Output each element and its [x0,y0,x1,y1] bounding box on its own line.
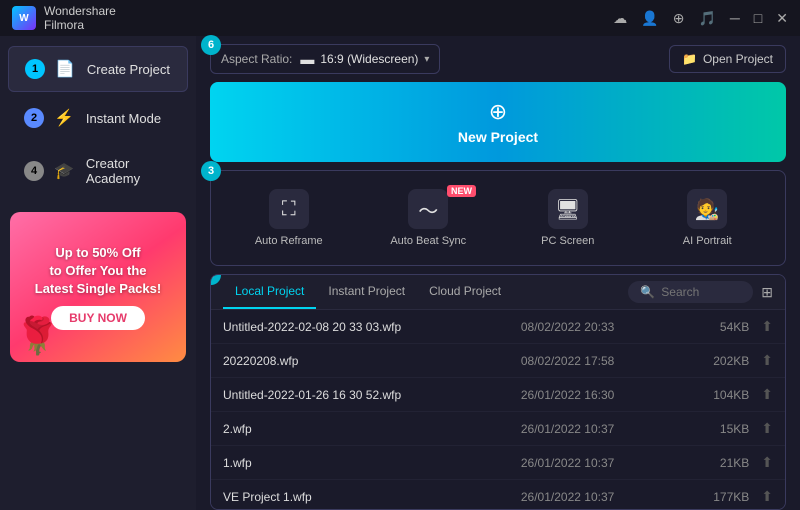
create-project-icon: 📄 [55,59,75,79]
sidebar-item-create-project[interactable]: 1 📄 Create Project [8,46,188,92]
tab-cloud-project[interactable]: Cloud Project [417,275,513,309]
projects-tabs: Local Project Instant Project Cloud Proj… [211,275,785,310]
step-badge-3: 3 [201,161,221,181]
aspect-ratio-value: ▬ 16:9 (Widescreen) ▾ [300,51,429,67]
sidebar-item-creator-academy[interactable]: 4 🎓 Creator Academy [8,144,188,198]
maximize-icon[interactable]: □ [754,10,762,26]
folder-icon: 📁 [682,52,697,66]
ai-portrait-icon: 🧑‍🎨 [687,189,727,229]
pc-screen-label: PC Screen [541,235,594,247]
table-row[interactable]: 2.wfp 26/01/2022 10:37 15KB ⬆ [211,412,785,446]
file-size: 15KB [662,422,750,436]
table-row[interactable]: Untitled-2022-01-26 16 30 52.wfp 26/01/2… [211,378,785,412]
audio-icon[interactable]: 🎵 [698,10,715,27]
creator-academy-label: Creator Academy [86,156,172,186]
sidebar-item-instant-mode[interactable]: 2 ⚡ Instant Mode [8,96,188,140]
file-list: Untitled-2022-02-08 20 33 03.wfp 08/02/2… [211,310,785,510]
step-number-1: 1 [25,59,45,79]
aspect-ratio-section[interactable]: 6 Aspect Ratio: ▬ 16:9 (Widescreen) ▾ [210,44,440,74]
new-project-content: ⊕ New Project [458,99,538,145]
topbar: 6 Aspect Ratio: ▬ 16:9 (Widescreen) ▾ 📁 … [196,36,800,82]
upload-icon[interactable]: ⬆ [761,454,773,471]
file-date: 26/01/2022 10:37 [474,456,662,470]
instant-mode-icon: ⚡ [54,108,74,128]
file-name: VE Project 1.wfp [223,490,474,504]
add-icon[interactable]: ⊕ [673,10,685,27]
new-project-label: New Project [458,129,538,145]
chevron-down-icon: ▾ [424,54,429,65]
file-size: 104KB [662,388,750,402]
user-icon[interactable]: 👤 [641,10,658,27]
pc-screen-icon: 🖥 [548,189,588,229]
file-size: 202KB [662,354,750,368]
tab-instant-project[interactable]: Instant Project [316,275,417,309]
creator-academy-icon: 🎓 [54,161,74,181]
table-row[interactable]: 1.wfp 26/01/2022 10:37 21KB ⬆ [211,446,785,480]
auto-reframe-label: Auto Reframe [255,235,323,247]
open-project-button[interactable]: 📁 Open Project [669,45,786,73]
auto-beat-sync-label: Auto Beat Sync [390,235,466,247]
tab-local-project[interactable]: Local Project [223,275,316,309]
tool-auto-reframe[interactable]: ⛶ Auto Reframe [219,183,359,253]
file-size: 177KB [662,490,750,504]
file-name: Untitled-2022-01-26 16 30 52.wfp [223,388,474,402]
step-number-2: 2 [24,108,44,128]
file-date: 26/01/2022 10:37 [474,422,662,436]
table-row[interactable]: VE Project 1.wfp 26/01/2022 10:37 177KB … [211,480,785,510]
upload-icon[interactable]: ⬆ [761,386,773,403]
search-box[interactable]: 🔍 [628,281,753,303]
app-branding: W Wondershare Filmora [12,4,116,33]
upload-icon[interactable]: ⬆ [761,318,773,335]
upload-icon[interactable]: ⬆ [761,352,773,369]
file-size: 54KB [662,320,750,334]
step-number-4: 4 [24,161,44,181]
auto-beat-sync-icon: 〜 [408,189,448,229]
file-date: 26/01/2022 16:30 [474,388,662,402]
file-name: 2.wfp [223,422,474,436]
content-area: 6 Aspect Ratio: ▬ 16:9 (Widescreen) ▾ 📁 … [196,36,800,510]
file-date: 08/02/2022 20:33 [474,320,662,334]
file-name: 20220208.wfp [223,354,474,368]
main-layout: 1 📄 Create Project 2 ⚡ Instant Mode 4 🎓 … [0,36,800,510]
tool-auto-beat-sync[interactable]: NEW 〜 Auto Beat Sync [359,183,499,253]
app-logo: W [12,6,36,30]
upload-icon[interactable]: ⬆ [761,488,773,505]
tool-pc-screen[interactable]: 🖥 PC Screen [498,183,638,253]
file-date: 08/02/2022 17:58 [474,354,662,368]
table-row[interactable]: Untitled-2022-02-08 20 33 03.wfp 08/02/2… [211,310,785,344]
ad-text: Up to 50% Offto Offer You theLatest Sing… [35,244,161,299]
create-project-label: Create Project [87,62,170,77]
grid-view-icon[interactable]: ⊞ [761,284,773,301]
instant-mode-label: Instant Mode [86,111,161,126]
file-size: 21KB [662,456,750,470]
aspect-ratio-label: Aspect Ratio: [221,52,292,66]
projects-section: 5 Local Project Instant Project Cloud Pr… [210,274,786,510]
upload-icon[interactable]: ⬆ [761,420,773,437]
new-project-plus-icon: ⊕ [489,99,507,125]
ad-buy-button[interactable]: BUY NOW [51,306,145,330]
new-project-banner[interactable]: ⊕ New Project [210,82,786,162]
minimize-icon[interactable]: ─ [730,10,740,26]
sidebar: 1 📄 Create Project 2 ⚡ Instant Mode 4 🎓 … [0,36,196,510]
search-icon: 🔍 [640,285,655,299]
ad-banner[interactable]: 🌹 Up to 50% Offto Offer You theLatest Si… [10,212,186,362]
new-badge: NEW [447,185,476,197]
auto-reframe-icon: ⛶ [269,189,309,229]
tool-ai-portrait[interactable]: 🧑‍🎨 AI Portrait [638,183,778,253]
widescreen-icon: ▬ [300,51,314,67]
titlebar-controls: ☁ 👤 ⊕ 🎵 ─ □ ✕ [613,10,788,27]
ai-portrait-label: AI Portrait [683,235,732,247]
table-row[interactable]: 20220208.wfp 08/02/2022 17:58 202KB ⬆ [211,344,785,378]
app-title: Wondershare Filmora [44,4,116,33]
ad-decoration: 🌹 [15,315,60,357]
search-input[interactable] [661,285,741,299]
file-name: Untitled-2022-02-08 20 33 03.wfp [223,320,474,334]
file-date: 26/01/2022 10:37 [474,490,662,504]
quick-tools: 3 ⛶ Auto Reframe NEW 〜 Auto Beat Sync 🖥 … [210,170,786,266]
file-name: 1.wfp [223,456,474,470]
close-icon[interactable]: ✕ [776,10,788,27]
titlebar: W Wondershare Filmora ☁ 👤 ⊕ 🎵 ─ □ ✕ [0,0,800,36]
cloud-icon[interactable]: ☁ [613,10,627,27]
step-badge-6: 6 [201,35,221,55]
